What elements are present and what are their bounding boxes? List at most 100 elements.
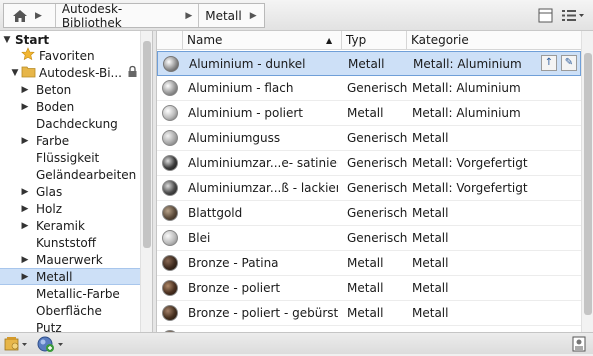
table-row[interactable]: Aluminiumzar...ß - lackiert Generisch Me… (157, 176, 581, 201)
material-category: Metall: Aluminium (413, 57, 522, 71)
tree-item-glas[interactable]: ▶ Glas (0, 183, 140, 200)
breadcrumb-current[interactable]: Metall ▶ (199, 4, 264, 27)
tree-item-kunststoff[interactable]: Kunststoff (0, 234, 140, 251)
tree-item-fluessigkeit[interactable]: Flüssigkeit (0, 149, 140, 166)
table-row[interactable]: Bronze - poliert - gebürstet Metall Meta… (157, 301, 581, 326)
tree-item-autodesk-library[interactable]: ▼ Autodesk-Bi... (0, 64, 140, 81)
table-row[interactable]: Bronze - poliert Metall Metall (157, 276, 581, 301)
material-category: Metall (412, 306, 449, 320)
material-type: Generisch (347, 231, 407, 245)
chevron-right-icon[interactable]: ▶ (250, 11, 257, 21)
material-name: Bronze - poliert (188, 281, 281, 295)
bottom-toolbar (0, 332, 593, 354)
library-icon[interactable] (4, 336, 30, 355)
breadcrumb-current-label: Metall (205, 8, 242, 23)
star-icon (21, 47, 35, 64)
tree-item-gelaendearbeiten[interactable]: Geländearbeiten (0, 166, 140, 183)
tree-item-label: Putz (36, 320, 62, 333)
table-scrollbar[interactable] (581, 31, 593, 332)
breadcrumb-home[interactable]: ▶ (4, 4, 56, 27)
chevron-right-icon[interactable]: ▶ (35, 11, 42, 21)
material-swatch (162, 80, 178, 96)
table-row[interactable]: Aluminiumguss Generisch Metall (157, 126, 581, 151)
edit-icon[interactable]: ✎ (561, 55, 577, 71)
tree-item-oberflaeche[interactable]: Oberfläche (0, 302, 140, 319)
tree-item-mauerwerk[interactable]: ▶ Mauerwerk (0, 251, 140, 268)
table-row[interactable]: Aluminium - flach Generisch Metall: Alum… (157, 76, 581, 101)
table-row[interactable]: Blattgold Generisch Metall (157, 201, 581, 226)
tree-item-label: Metall (36, 269, 73, 284)
table-row[interactable]: Blei Generisch Metall (157, 226, 581, 251)
tree-item-metallic-farbe[interactable]: Metallic-Farbe (0, 285, 140, 302)
panel-view-icon[interactable] (538, 8, 553, 26)
tree-item-label: Flüssigkeit (36, 150, 100, 165)
material-type: Generisch (347, 81, 407, 95)
table-row[interactable]: Aluminium - poliert Metall Metall: Alumi… (157, 101, 581, 126)
material-swatch (162, 155, 178, 171)
table-row[interactable]: Aluminiumzar...e- satiniert Generisch Me… (157, 151, 581, 176)
collapsed-triangle-icon[interactable]: ▶ (21, 102, 29, 112)
material-type: Generisch (347, 156, 407, 170)
tree-item-label: Glas (36, 184, 63, 199)
collapsed-triangle-icon[interactable]: ▶ (21, 221, 29, 231)
tree-item-dachdeckung[interactable]: Dachdeckung (0, 115, 140, 132)
tree-item-label: Keramik (36, 218, 85, 233)
collapsed-triangle-icon[interactable]: ▶ (21, 272, 29, 282)
material-swatch (162, 180, 178, 196)
column-header-typ[interactable]: Typ (341, 31, 406, 50)
material-category: Metall (412, 231, 449, 245)
material-category: Metall: Aluminium (412, 81, 521, 95)
tree-item-favoriten[interactable]: Favoriten (0, 47, 140, 64)
table-row[interactable]: Aluminium - dunkel Metall Metall: Alumin… (157, 51, 581, 76)
detail-panel-icon[interactable] (572, 336, 586, 355)
tree-item-label: Autodesk-Bi... (39, 65, 122, 80)
breadcrumb-library[interactable]: Autodesk-Bibliothek ▶ (56, 1, 200, 30)
sort-ascending-icon: ▲ (326, 36, 333, 45)
tree-item-label: Farbe (36, 133, 70, 148)
material-name: Bronze - Patina (188, 256, 279, 270)
tree-item-label: Beton (36, 82, 72, 97)
add-material-icon[interactable] (36, 335, 66, 356)
collapsed-triangle-icon[interactable]: ▶ (21, 255, 29, 265)
tree-item-label: Geländearbeiten (36, 167, 137, 182)
table-scrollbar-thumb[interactable] (584, 53, 592, 315)
tree-item-metall[interactable]: ▶ Metall (0, 268, 140, 285)
tree-item-holz[interactable]: ▶ Holz (0, 200, 140, 217)
arrow-up-icon[interactable]: ↑ (541, 55, 557, 71)
material-name: Aluminium - flach (188, 81, 294, 95)
tree-item-beton[interactable]: ▶ Beton (0, 81, 140, 98)
tree-scrollbar-thumb[interactable] (143, 41, 151, 248)
tree-item-boden[interactable]: ▶ Boden (0, 98, 140, 115)
tree-item-label: Boden (36, 99, 75, 114)
expanded-triangle-icon[interactable]: ▼ (3, 35, 11, 45)
material-swatch (162, 255, 178, 271)
column-header-kategorie[interactable]: Kategorie (406, 31, 581, 50)
collapsed-triangle-icon[interactable]: ▶ (21, 204, 29, 214)
materials-table: Name ▲ Typ Kategorie Aluminium - dunkel … (157, 31, 581, 332)
breadcrumb-library-label: Autodesk-Bibliothek (61, 1, 123, 30)
tree-item-keramik[interactable]: ▶ Keramik (0, 217, 140, 234)
tree-item-putz[interactable]: Putz (0, 319, 140, 333)
tree-item-label: Dachdeckung (36, 116, 118, 131)
material-name: Blei (188, 231, 211, 245)
material-category: Metall (412, 206, 449, 220)
breadcrumb: ▶ Autodesk-Bibliothek ▶ Metall ▶ (3, 1, 265, 30)
material-swatch (162, 205, 178, 221)
collapsed-triangle-icon[interactable]: ▶ (21, 187, 29, 197)
tree-item-farbe[interactable]: ▶ Farbe (0, 132, 140, 149)
tree-item-start[interactable]: ▼ Start (0, 31, 140, 48)
tree-item-label: Start (15, 32, 50, 47)
tree-scrollbar[interactable] (140, 31, 152, 332)
collapsed-triangle-icon[interactable]: ▶ (21, 85, 29, 95)
expanded-triangle-icon[interactable]: ▼ (11, 68, 19, 78)
collapsed-triangle-icon[interactable]: ▶ (21, 136, 29, 146)
column-header-name[interactable]: Name ▲ (182, 31, 341, 50)
column-header-label: Name (187, 33, 223, 47)
table-row[interactable]: Bronze - Patina Metall Metall (157, 251, 581, 276)
material-name: Aluminiumzar...ß - lackiert (188, 181, 338, 195)
list-view-icon[interactable] (561, 8, 585, 26)
material-category: Metall: Aluminium (412, 106, 521, 120)
chevron-right-icon[interactable]: ▶ (185, 11, 192, 21)
lock-icon (127, 65, 138, 81)
material-name: Aluminiumguss (188, 131, 281, 145)
